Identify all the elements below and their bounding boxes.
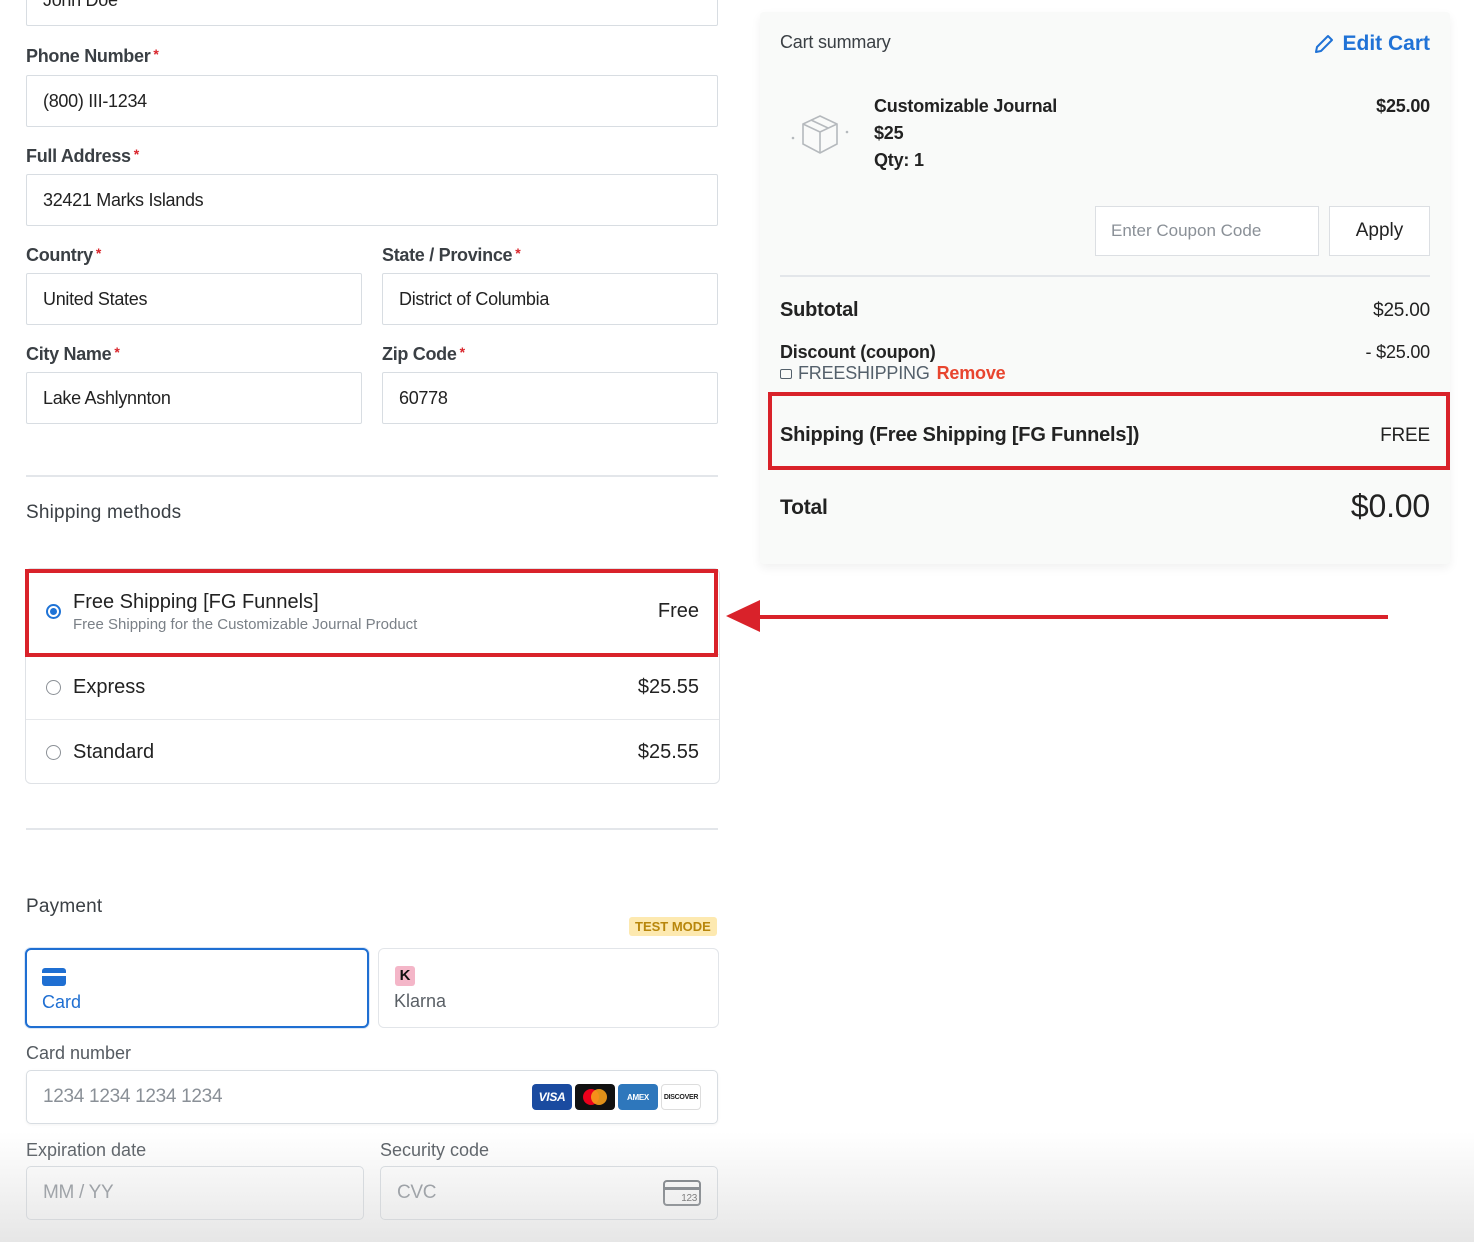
pencil-icon xyxy=(1315,35,1334,53)
cart-summary-panel: Cart summary Edit Cart Customizable Jour… xyxy=(760,12,1450,564)
visa-icon: VISA xyxy=(532,1084,572,1110)
state-select[interactable]: District of Columbia xyxy=(382,273,718,325)
shipping-option-price: $25.55 xyxy=(637,741,699,763)
phone-field[interactable]: (800) III-1234 xyxy=(26,75,718,127)
cart-item-price: $25 xyxy=(874,123,904,143)
state-label: State / Province * xyxy=(382,245,521,265)
security-code-label: Security code xyxy=(380,1140,490,1160)
total-value: $0.00 xyxy=(1350,488,1430,524)
subtotal-value: $25.00 xyxy=(1373,300,1430,321)
discover-icon: DISCOVER xyxy=(661,1084,701,1110)
name-field-value: John Doe xyxy=(43,0,118,11)
address-field[interactable]: 32421 Marks Islands xyxy=(26,174,718,226)
cart-item-qty: Qty: 1 xyxy=(874,150,924,170)
edit-cart-link[interactable]: Edit Cart xyxy=(1312,32,1430,56)
zip-field[interactable]: 60778 xyxy=(382,372,718,424)
discount-value: - $25.00 xyxy=(1365,342,1431,362)
expiration-label: Expiration date xyxy=(26,1140,147,1160)
country-label: Country * xyxy=(26,245,102,265)
payment-tab-label: Klarna xyxy=(394,991,447,1011)
radio-icon[interactable] xyxy=(46,679,61,695)
radio-icon[interactable] xyxy=(46,745,61,760)
card-brands: VISA AMEX DISCOVER xyxy=(529,1084,701,1110)
remove-coupon-link[interactable]: Remove xyxy=(937,363,1006,384)
phone-label: Phone Number * xyxy=(26,46,159,66)
discount-label: Discount (coupon) xyxy=(780,342,936,362)
cart-item-name: Customizable Journal xyxy=(874,96,1058,116)
annotation-highlight-free-shipping xyxy=(25,569,718,657)
payment-tab-klarna[interactable]: K Klarna xyxy=(378,948,719,1028)
product-placeholder-icon xyxy=(791,115,849,154)
payment-tab-card[interactable]: Card xyxy=(25,948,369,1028)
total-label: Total xyxy=(780,496,828,519)
shipping-option-standard[interactable]: Standard $25.55 xyxy=(26,720,719,785)
cart-summary-title: Cart summary xyxy=(780,32,891,52)
shipping-methods-title: Shipping methods xyxy=(26,502,182,523)
payment-tab-label: Card xyxy=(42,992,82,1012)
credit-card-icon xyxy=(42,968,66,986)
mastercard-icon xyxy=(575,1084,615,1110)
divider xyxy=(780,275,1430,277)
apply-coupon-button[interactable]: Apply xyxy=(1329,206,1430,256)
address-label: Full Address * xyxy=(26,146,139,166)
card-number-label: Card number xyxy=(26,1043,132,1063)
coupon-code-input[interactable]: Enter Coupon Code xyxy=(1095,206,1319,256)
expiration-input[interactable]: MM / YY xyxy=(26,1166,364,1220)
cart-item-total: $25.00 xyxy=(1376,96,1430,116)
amex-icon: AMEX xyxy=(618,1084,658,1110)
shipping-option-name: Express xyxy=(73,675,146,698)
city-field[interactable]: Lake Ashlynnton xyxy=(26,372,362,424)
divider xyxy=(26,475,718,477)
shipping-option-name: Standard xyxy=(73,741,155,763)
annotation-arrow-icon xyxy=(726,600,1388,632)
applied-coupon: FREESHIPPING Remove xyxy=(780,363,1006,384)
cvc-card-icon: 123 xyxy=(663,1180,701,1206)
payment-title: Payment xyxy=(26,896,103,917)
test-mode-badge: TEST MODE xyxy=(629,917,717,936)
tag-icon xyxy=(780,368,792,379)
klarna-icon: K xyxy=(395,966,415,986)
country-select[interactable]: United States xyxy=(26,273,362,325)
annotation-highlight-shipping-summary xyxy=(768,392,1450,470)
shipping-option-express[interactable]: Express $25.55 xyxy=(26,655,719,720)
subtotal-label: Subtotal xyxy=(780,299,859,321)
name-field[interactable]: John Doe xyxy=(26,0,718,26)
shipping-option-price: $25.55 xyxy=(637,675,699,698)
zip-label: Zip Code * xyxy=(382,344,465,364)
divider xyxy=(26,828,718,830)
card-number-input[interactable]: 1234 1234 1234 1234 VISA AMEX DISCOVER xyxy=(26,1070,718,1124)
security-code-input[interactable]: CVC 123 xyxy=(380,1166,718,1220)
city-label: City Name * xyxy=(26,344,120,364)
